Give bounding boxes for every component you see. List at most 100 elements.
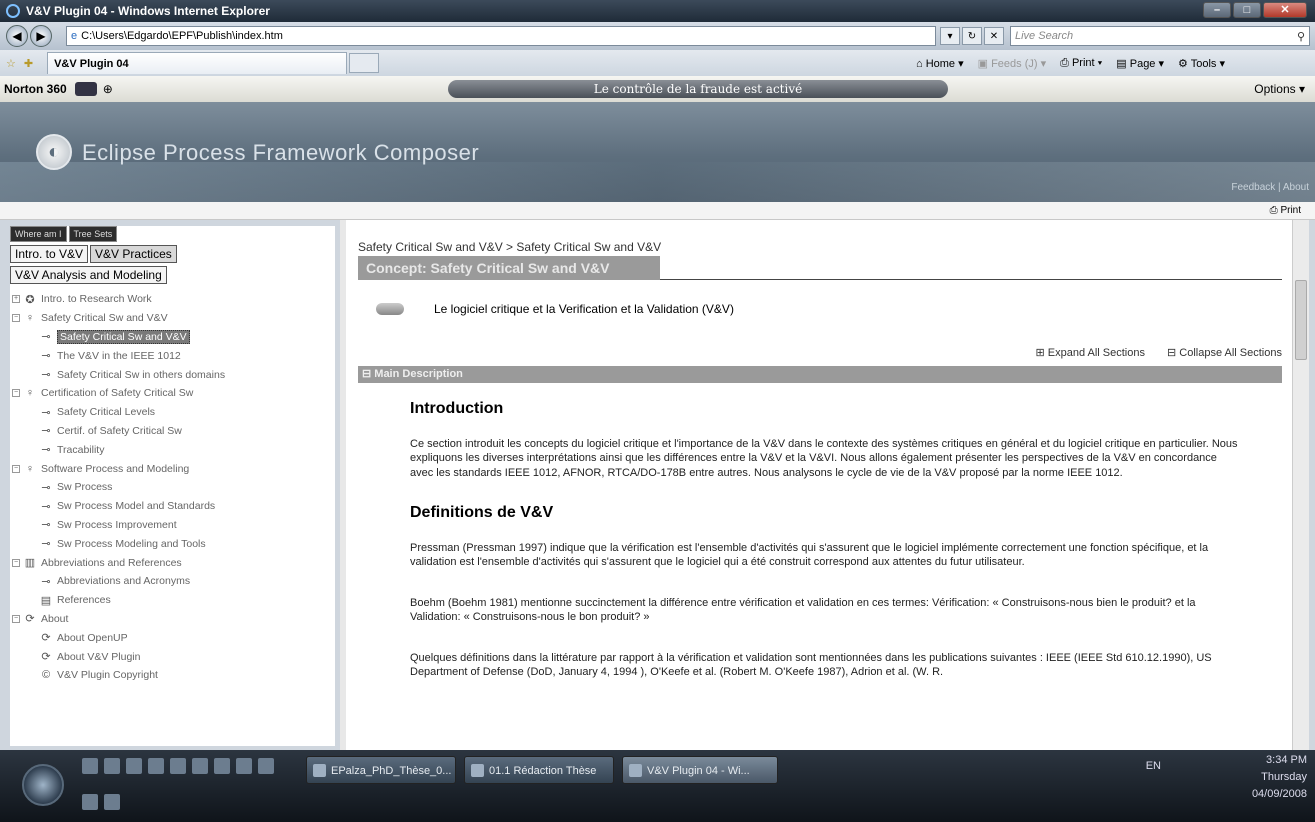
tree-item[interactable]: − ♀ Software Process and Modeling [10, 459, 335, 478]
section-controls: ⊞ Expand All Sections ⊟ Collapse All Sec… [1035, 346, 1282, 359]
browser-tab[interactable]: V&V Plugin 04 [47, 52, 348, 74]
taskbar-button-redaction[interactable]: 01.1 Rédaction Thèse [464, 756, 614, 784]
minimize-button[interactable]: – [1203, 2, 1231, 18]
tree-item-label: Abbreviations and Acronyms [57, 575, 191, 588]
taskbar-button-ie[interactable]: V&V Plugin 04 - Wi... [622, 756, 778, 784]
section-header[interactable]: ⊟ Main Description [358, 366, 1282, 383]
tree-item-label: About OpenUP [57, 631, 128, 644]
back-button[interactable]: ◀ [6, 25, 28, 47]
tree-item-selected[interactable]: ⊸ Safety Critical Sw and V&V [10, 328, 335, 347]
favorites-star-icon[interactable]: ☆ [6, 57, 16, 70]
quicklaunch-icon[interactable] [236, 758, 252, 774]
tab-bar: ☆ ✚ V&V Plugin 04 ⌂ Home ▾ ▣ Feeds (J) ▾… [0, 50, 1315, 76]
tree-item[interactable]: ⊸ Safety Critical Sw in others domains [10, 365, 335, 384]
dropdown-icon[interactable]: ▾ [940, 27, 960, 45]
breadcrumb[interactable]: Safety Critical Sw and V&V > Safety Crit… [358, 240, 661, 254]
tree-item-label: Safety Critical Sw in others domains [57, 368, 226, 381]
scrollbar-thumb[interactable] [1295, 280, 1307, 360]
norton-card-icon[interactable] [74, 82, 97, 96]
quicklaunch-icon[interactable] [82, 794, 98, 810]
stop-icon[interactable]: ✕ [984, 27, 1004, 45]
tree-item[interactable]: ⊸ Sw Process Model and Standards [10, 497, 335, 516]
collapse-icon[interactable]: − [12, 464, 20, 473]
quicklaunch-icon[interactable] [82, 758, 98, 774]
add-favorites-icon[interactable]: ✚ [24, 57, 33, 70]
tree-item[interactable]: ⟳ About OpenUP [10, 628, 335, 647]
collapse-all-button[interactable]: ⊟ Collapse All Sections [1167, 346, 1282, 359]
expand-icon[interactable]: + [12, 295, 20, 304]
quicklaunch-icon[interactable] [148, 758, 164, 774]
search-input[interactable]: Live Search ⚲ [1010, 26, 1310, 46]
tab-intro-vv[interactable]: Intro. to V&V [10, 245, 89, 263]
feeds-button[interactable]: ▣ Feeds (J) ▾ [978, 57, 1047, 70]
quicklaunch-icon[interactable] [170, 758, 186, 774]
tab-vv-analysis[interactable]: V&V Analysis and Modeling [10, 266, 167, 284]
brief-text: Le logiciel critique et la Verification … [434, 302, 734, 316]
collapse-icon[interactable]: − [12, 314, 20, 323]
tree-item[interactable]: ⊸ Abbreviations and Acronyms [10, 572, 335, 591]
url-text: C:\Users\Edgardo\EPF\Publish\index.htm [81, 30, 283, 42]
content-scrollbar[interactable] [1292, 220, 1309, 750]
quicklaunch-icon[interactable] [126, 758, 142, 774]
norton-options-button[interactable]: Options ▾ [1254, 82, 1305, 96]
search-icon[interactable]: ⚲ [1297, 30, 1305, 43]
home-button[interactable]: ⌂ Home ▾ [916, 57, 964, 70]
tree-item[interactable]: − ♀ Safety Critical Sw and V&V [10, 309, 335, 328]
quicklaunch-icon[interactable] [214, 758, 230, 774]
maximize-button[interactable]: □ [1233, 2, 1261, 18]
concept-key-icon: ⊸ [41, 331, 51, 344]
tree-item[interactable]: ⊸ The V&V in the IEEE 1012 [10, 346, 335, 365]
tree-item[interactable]: ⊸ Sw Process [10, 478, 335, 497]
heading-definitions: Definitions de V&V [410, 504, 554, 521]
tree-item[interactable]: ⊸ Certif. of Safety Critical Sw [10, 422, 335, 441]
refresh-icon[interactable]: ↻ [962, 27, 982, 45]
tools-menu[interactable]: ⚙ Tools ▾ [1178, 57, 1225, 70]
page-menu[interactable]: ▤ Page ▾ [1116, 57, 1164, 70]
content-print-link[interactable]: ⎙ Print [1270, 205, 1301, 216]
eclipse-logo-icon: ◐ [36, 134, 72, 170]
forward-button[interactable]: ▶ [30, 25, 52, 47]
language-indicator[interactable]: EN [1146, 760, 1161, 772]
quicklaunch-icon[interactable] [192, 758, 208, 774]
process-icon: ✪ [25, 293, 35, 306]
tree-item[interactable]: − ⟳ About [10, 610, 335, 629]
collapse-icon[interactable]: − [12, 389, 20, 398]
tab-vv-practices[interactable]: V&V Practices [90, 245, 177, 263]
fraud-status-bar[interactable]: Le contrôle de la fraude est activé [448, 80, 948, 98]
quicklaunch-icon[interactable] [104, 794, 120, 810]
collapse-all-label: Collapse All Sections [1179, 347, 1282, 359]
quicklaunch-icon[interactable] [258, 758, 274, 774]
quicklaunch-icon[interactable] [104, 758, 120, 774]
tree-item[interactable]: − ♀ Certification of Safety Critical Sw [10, 384, 335, 403]
tree-item[interactable]: + ✪ Intro. to Research Work [10, 290, 335, 309]
tree-item[interactable]: ⊸ Safety Critical Levels [10, 403, 335, 422]
concept-key-icon: ⊸ [41, 350, 51, 363]
tree-item[interactable]: © V&V Plugin Copyright [10, 666, 335, 685]
tree-item[interactable]: ⊸ Tracability [10, 440, 335, 459]
url-field[interactable]: e C:\Users\Edgardo\EPF\Publish\index.htm [66, 26, 936, 46]
tree-item[interactable]: ⟳ About V&V Plugin [10, 647, 335, 666]
print-button[interactable]: ⎙ Print ▾ [1060, 57, 1102, 70]
norton-network-icon[interactable]: ⊕ [103, 82, 113, 96]
tree-item[interactable]: ▤ References [10, 591, 335, 610]
concept-key-icon [376, 303, 404, 315]
about-icon: ⟳ [41, 632, 51, 645]
collapse-icon[interactable]: − [12, 614, 20, 623]
tree-item[interactable]: ⊸ Sw Process Improvement [10, 516, 335, 535]
tree-item[interactable]: ⊸ Sw Process Modeling and Tools [10, 534, 335, 553]
close-button[interactable]: ✕ [1263, 2, 1307, 18]
tree-sets-tab[interactable]: Tree Sets [68, 226, 118, 242]
expand-all-button[interactable]: ⊞ Expand All Sections [1035, 346, 1145, 359]
taskbar-button-word[interactable]: EPalza_PhD_Thèse_0... [306, 756, 456, 784]
collapse-icon[interactable]: − [12, 558, 20, 567]
folder-key-icon: ♀ [25, 462, 35, 475]
banner-links[interactable]: Feedback | About [1231, 182, 1309, 193]
tree-item[interactable]: − ▥ Abbreviations and References [10, 553, 335, 572]
new-tab-button[interactable] [349, 53, 380, 73]
process-tree: + ✪ Intro. to Research Work − ♀ Safety Criti… [10, 290, 335, 685]
start-button[interactable] [22, 764, 64, 806]
concept-key-icon: ⊸ [41, 500, 51, 513]
feeds-label: Feeds (J) [991, 57, 1038, 70]
where-am-i-tab[interactable]: Where am I [10, 226, 67, 242]
clock[interactable]: 3:34 PM Thursday 04/09/2008 [1237, 752, 1307, 803]
